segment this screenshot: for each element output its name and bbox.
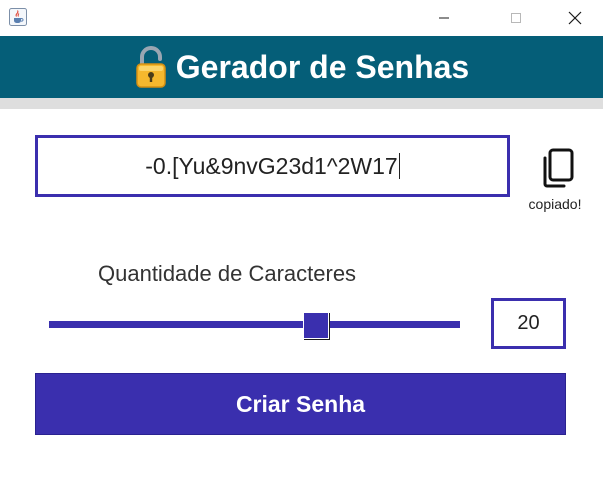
app-header: Gerador de Senhas (0, 36, 603, 98)
minimize-button[interactable] (421, 0, 467, 36)
length-label: Quantidade de Caracteres (98, 261, 357, 286)
window-titlebar (0, 0, 603, 36)
copy-button[interactable] (540, 147, 576, 189)
minimize-icon (439, 17, 449, 19)
copy-icon (543, 148, 574, 188)
length-slider[interactable] (49, 310, 460, 340)
text-caret (398, 153, 400, 179)
slider-thumb[interactable] (303, 312, 330, 339)
close-icon (568, 11, 582, 25)
password-value: -0.[Yu&9nvG23d1^2W17 (145, 152, 398, 179)
lock-icon (136, 46, 166, 88)
java-cup-icon (9, 8, 27, 26)
slider-track[interactable] (49, 321, 460, 328)
maximize-icon (511, 13, 521, 23)
maximize-button[interactable] (493, 0, 539, 36)
create-password-button[interactable]: Criar Senha (35, 373, 566, 435)
header-divider (0, 98, 603, 109)
app-title: Gerador de Senhas (175, 48, 470, 85)
copied-status: copiado! (528, 196, 582, 212)
length-value-field[interactable]: 20 (491, 298, 566, 349)
password-field[interactable]: -0.[Yu&9nvG23d1^2W17 (35, 135, 510, 197)
close-button[interactable] (552, 0, 598, 36)
